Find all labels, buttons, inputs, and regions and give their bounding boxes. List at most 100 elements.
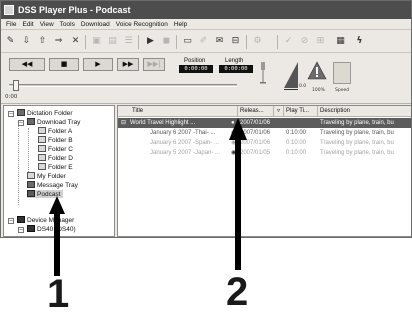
callout-arrow-1 [49,196,65,276]
toolbar-separator [246,35,247,49]
tree-node-folder-b[interactable]: Folder B [38,136,73,144]
toolbar-separator [85,35,86,49]
podcast-icon [27,190,35,197]
new-folder-icon[interactable]: ▭ [181,35,194,48]
length-value: 0:00:00 [219,65,253,73]
no-icon[interactable]: ⊘ [298,35,311,48]
stop-file-icon[interactable]: ◼ [160,35,173,48]
tree-node-my-folder[interactable]: My Folder [27,172,66,180]
check-icon[interactable]: ✓ [282,35,295,48]
properties-icon[interactable]: ▣ [90,35,103,48]
tree-label: Dictation Folder [27,110,73,117]
record-icon[interactable]: ✎ [4,35,17,48]
send-icon[interactable]: ⇒ [52,35,65,48]
column-title[interactable]: Title [118,106,238,117]
playback-speed-icon[interactable] [333,62,351,84]
warn-caption: 100% [312,88,325,93]
column-release[interactable]: Releas... [238,106,274,117]
tree-label: Folder E [48,164,73,171]
rewind-button[interactable]: ◀◀ [9,58,45,71]
folder-icon [38,163,46,170]
length-label: Length [225,58,244,64]
tree-node-download-tray[interactable]: Download Tray [27,118,80,126]
position-slider-track[interactable] [9,84,237,87]
voice-recognition-icon[interactable]: ϟ [353,35,366,48]
folder-icon [38,127,46,134]
microphone-icon [260,62,266,84]
tree-label: My Folder [37,173,66,180]
callout-arrow-2 [229,118,247,270]
row-play-time: 0:10:00 [286,130,307,136]
device-icon [27,225,35,232]
expand-toggle[interactable]: − [18,227,24,233]
list-row[interactable]: January 5 2007 -Japan- ... ◉ 2007/01/05 … [118,148,411,158]
play-file-icon[interactable]: ▶ [144,35,157,48]
transcribe-icon[interactable]: ▦ [334,35,347,48]
play-button[interactable]: ▶ [83,58,113,71]
download-icon[interactable]: ⇩ [20,35,33,48]
tree-node-message-tray[interactable]: Message Tray [27,181,78,189]
file-list: Title Releas... ▿ Play Ti... Description… [117,105,411,237]
expand-toggle[interactable]: − [18,120,24,126]
position-slider-thumb[interactable] [13,80,19,91]
tree-label: Folder B [48,137,73,144]
menu-edit[interactable]: Edit [19,19,36,29]
options-icon[interactable]: ⚙ [251,35,264,48]
row-description: Traveling by plane, train, bu [320,120,394,126]
list-row[interactable]: January 6 2007 -Spain- ... ◉ 2007/01/06 … [118,138,411,148]
menu-tools[interactable]: Tools [57,19,78,29]
dictation-folder-icon [17,109,25,116]
fast-forward-button[interactable]: ▶▶ [117,58,139,71]
stop-button[interactable]: ■ [49,58,79,71]
toolbar-separator [277,35,278,49]
toolbar-separator [138,35,139,49]
skip-forward-button[interactable]: ▶▶| [143,58,165,71]
row-description: Traveling by plane, train, bu [320,130,394,136]
transport-panel: ◀◀ ■ ▶ ▶▶ ▶▶| Position 0:00:00 Length 0:… [1,54,411,104]
tree-node-folder-e[interactable]: Folder E [38,163,73,171]
menu-file[interactable]: File [1,19,19,29]
folder-icon [38,136,46,143]
row-description: Traveling by plane, train, bu [320,150,394,156]
tree-label: Folder C [48,146,73,153]
folder-icon [38,154,46,161]
column-description[interactable]: Description [318,106,411,117]
window-title: DSS Player Plus - Podcast [18,5,131,15]
callout-number-1: 1 [47,272,70,314]
toolbar-separator [176,35,177,49]
folder-icon [38,145,46,152]
column-play-time[interactable]: Play Ti... [284,106,318,117]
row-title: January 6 2007 -Spain- ... [150,140,220,146]
grid-icon[interactable]: ⊞ [314,35,327,48]
export-icon[interactable]: ▤ [106,35,119,48]
menu-download[interactable]: Download [78,19,113,29]
list-row[interactable]: ⊟ World Travel Highlight ... ● 2007/01/0… [118,118,411,128]
delete-icon[interactable]: ✕ [69,35,82,48]
list-icon[interactable]: ☰ [122,35,135,48]
row-title: World Travel Highlight ... [130,120,196,126]
title-bar: DSS Player Plus - Podcast [1,1,411,19]
edit-icon[interactable]: ✐ [197,35,210,48]
menu-help[interactable]: Help [171,19,190,29]
volume-icon[interactable] [283,60,299,90]
tree-node-folder-a[interactable]: Folder A [38,127,72,135]
position-value: 0:00:00 [179,65,213,73]
expand-toggle[interactable]: − [8,218,14,224]
archive-icon[interactable]: ⊟ [229,35,242,48]
mail-icon[interactable]: ✉ [213,35,226,48]
tree-node-folder-c[interactable]: Folder C [38,145,73,153]
tree-node-dictation-folder[interactable]: Dictation Folder [17,109,73,117]
upload-icon[interactable]: ⇧ [36,35,49,48]
menu-bar: File Edit View Tools Download Voice Recogniti… [1,19,411,30]
warning-icon[interactable] [307,61,327,87]
tree-node-folder-d[interactable]: Folder D [38,154,73,162]
row-play-time: 0:10:00 [286,140,307,146]
speed-caption: Speed [335,88,350,93]
menu-view[interactable]: View [37,19,57,29]
tree-connector [18,120,19,205]
menu-voice-recognition[interactable]: Voice Recognition [113,19,171,29]
expand-toggle[interactable]: − [8,111,14,117]
position-label: Position [184,58,206,64]
sort-arrow-icon[interactable]: ▿ [274,106,284,117]
list-row[interactable]: January 6 2007 -Thai- ... ◉ 2007/01/06 0… [118,128,411,138]
